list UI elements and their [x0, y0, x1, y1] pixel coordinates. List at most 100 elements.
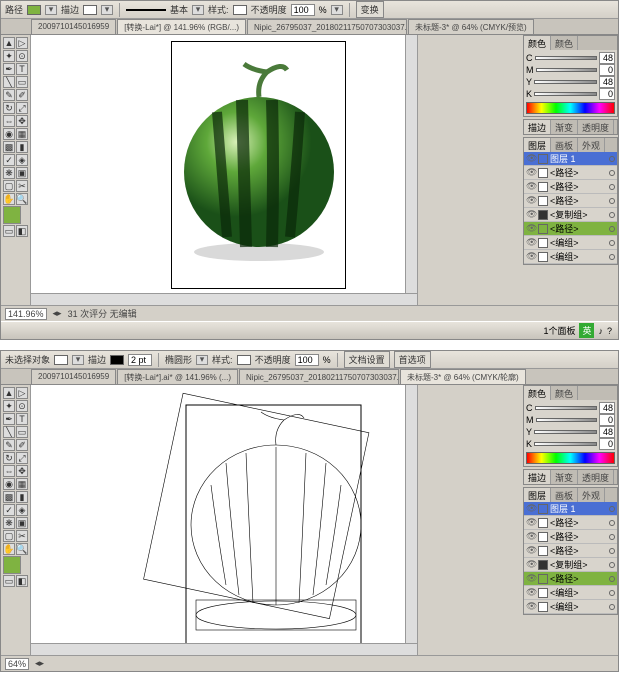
nav-arrows-icon[interactable]: ◂▸: [53, 308, 62, 319]
layer-row[interactable]: 👁<路径>: [524, 166, 617, 180]
horizontal-scrollbar[interactable]: [31, 643, 417, 655]
panel-tab[interactable]: 图层: [524, 488, 551, 502]
perspective-tool-icon[interactable]: ▦: [16, 128, 28, 140]
vertical-scrollbar[interactable]: [405, 35, 417, 293]
mesh-tool-icon[interactable]: ▩: [3, 141, 15, 153]
direct-select-tool-icon[interactable]: ▷: [16, 37, 28, 49]
rect-tool-icon[interactable]: ▭: [16, 76, 28, 88]
visibility-icon[interactable]: 👁: [526, 195, 536, 206]
panel-tab[interactable]: 颜色: [524, 36, 551, 50]
gradient-tool-icon[interactable]: ▮: [16, 491, 28, 503]
panel-tab[interactable]: 图层: [524, 138, 551, 152]
transform-button[interactable]: 变换: [356, 1, 384, 18]
artboard-tool-icon[interactable]: ▢: [3, 180, 15, 192]
prefs-button[interactable]: 首选项: [394, 351, 431, 368]
visibility-icon[interactable]: 👁: [526, 531, 536, 542]
target-icon[interactable]: [609, 506, 615, 512]
k-slider[interactable]: [534, 442, 597, 446]
y-value[interactable]: 48: [599, 76, 615, 88]
panel-tab[interactable]: 渐变: [551, 470, 578, 484]
direct-select-tool-icon[interactable]: ▷: [16, 387, 28, 399]
stroke-swatch[interactable]: [83, 5, 97, 15]
panel-tab[interactable]: 颜色: [524, 386, 551, 400]
eyedropper-tool-icon[interactable]: ✓: [3, 154, 15, 166]
graph-tool-icon[interactable]: ▣: [16, 517, 28, 529]
fill-swatch[interactable]: [27, 5, 41, 15]
panel-tab[interactable]: 透明度: [578, 120, 614, 134]
target-icon[interactable]: [609, 548, 615, 554]
target-icon[interactable]: [609, 534, 615, 540]
selection-tool-icon[interactable]: ▲: [3, 37, 15, 49]
mesh-tool-icon[interactable]: ▩: [3, 491, 15, 503]
document-tab[interactable]: Nipic_26795037_20180211750707303037.ai* …: [239, 369, 399, 384]
stroke-style-dropdown-icon[interactable]: ▾: [192, 5, 204, 15]
target-icon[interactable]: [609, 212, 615, 218]
wand-tool-icon[interactable]: ✦: [3, 400, 15, 412]
layer-row[interactable]: 👁<路径>: [524, 516, 617, 530]
horizontal-scrollbar[interactable]: [31, 293, 417, 305]
visibility-icon[interactable]: 👁: [526, 223, 536, 234]
layer-row[interactable]: 👁<编组>: [524, 586, 617, 600]
visibility-icon[interactable]: 👁: [526, 587, 536, 598]
y-slider[interactable]: [534, 430, 597, 434]
visibility-icon[interactable]: 👁: [526, 573, 536, 584]
opacity-input[interactable]: 100: [291, 4, 315, 16]
width-tool-icon[interactable]: ⇔: [3, 115, 15, 127]
visibility-icon[interactable]: 👁: [526, 503, 536, 514]
line-tool-icon[interactable]: ╲: [3, 76, 15, 88]
slice-tool-icon[interactable]: ✂: [16, 530, 28, 542]
selection-tool-icon[interactable]: ▲: [3, 387, 15, 399]
scale-tool-icon[interactable]: ⤢: [16, 102, 28, 114]
color-mode-icon[interactable]: ◧: [16, 575, 28, 587]
blend-tool-icon[interactable]: ◈: [16, 504, 28, 516]
type-tool-icon[interactable]: T: [16, 63, 28, 75]
layer-row[interactable]: 👁<编组>: [524, 600, 617, 614]
rotate-tool-icon[interactable]: ↻: [3, 452, 15, 464]
artboard-tool-icon[interactable]: ▢: [3, 530, 15, 542]
zoom-input[interactable]: 64%: [5, 658, 29, 670]
nav-arrows-icon[interactable]: ◂▸: [35, 658, 44, 669]
brush-tool-icon[interactable]: ✎: [3, 89, 15, 101]
free-transform-tool-icon[interactable]: ✥: [16, 115, 28, 127]
pencil-tool-icon[interactable]: ✐: [16, 439, 28, 451]
target-icon[interactable]: [609, 254, 615, 260]
zoom-input[interactable]: 141.96%: [5, 308, 47, 320]
visibility-icon[interactable]: 👁: [526, 601, 536, 612]
layer-row[interactable]: 👁<编组>: [524, 250, 617, 264]
target-icon[interactable]: [609, 604, 615, 610]
k-value[interactable]: 0: [599, 438, 615, 450]
fill-dropdown-icon[interactable]: ▾: [72, 355, 84, 365]
fill-swatch[interactable]: [54, 355, 68, 365]
blend-tool-icon[interactable]: ◈: [16, 154, 28, 166]
symbol-tool-icon[interactable]: ❋: [3, 167, 15, 179]
color-mode-icon[interactable]: ◧: [16, 225, 28, 237]
stroke-dropdown-icon[interactable]: ▾: [101, 5, 113, 15]
pen-tool-icon[interactable]: ✒: [3, 63, 15, 75]
shape-dropdown-icon[interactable]: ▾: [196, 355, 208, 365]
stroke-weight-input[interactable]: 2 pt: [128, 354, 152, 366]
hand-tool-icon[interactable]: ✋: [3, 193, 15, 205]
y-slider[interactable]: [534, 80, 597, 84]
target-icon[interactable]: [609, 576, 615, 582]
slice-tool-icon[interactable]: ✂: [16, 180, 28, 192]
panel-tab[interactable]: 外观: [578, 488, 605, 502]
eyedropper-tool-icon[interactable]: ✓: [3, 504, 15, 516]
panel-tab[interactable]: 外观: [578, 138, 605, 152]
rect-tool-icon[interactable]: ▭: [16, 426, 28, 438]
k-value[interactable]: 0: [599, 88, 615, 100]
visibility-icon[interactable]: 👁: [526, 209, 536, 220]
panel-tab[interactable]: 颜色: [551, 36, 578, 50]
screen-mode-icon[interactable]: ▭: [3, 575, 15, 587]
layer-row[interactable]: 👁<编组>: [524, 236, 617, 250]
speaker-icon[interactable]: ♪: [598, 326, 603, 336]
opacity-input[interactable]: 100: [295, 354, 319, 366]
document-tab[interactable]: 2009710145016959: [31, 19, 116, 34]
c-slider[interactable]: [535, 406, 598, 410]
target-icon[interactable]: [609, 562, 615, 568]
panel-tab[interactable]: 渐变: [551, 120, 578, 134]
rotate-tool-icon[interactable]: ↻: [3, 102, 15, 114]
panel-tab[interactable]: 画板: [551, 488, 578, 502]
fill-color-icon[interactable]: [3, 556, 21, 574]
k-slider[interactable]: [534, 92, 597, 96]
layer-row[interactable]: 👁<路径>: [524, 572, 617, 586]
